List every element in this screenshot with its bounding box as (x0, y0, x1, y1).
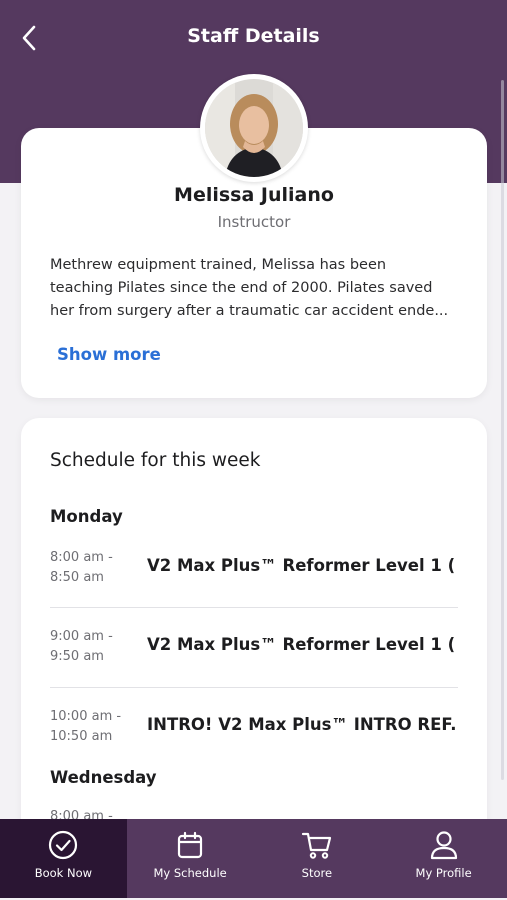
divider (50, 687, 458, 688)
class-name: V2 Max Plus™ Reformer Level 1 ( ... (147, 556, 457, 575)
check-circle-icon (49, 830, 78, 860)
class-name: INTRO! V2 Max Plus™ INTRO REF... (147, 715, 457, 734)
person-icon (430, 831, 457, 860)
divider (50, 607, 458, 608)
day-label-wednesday: Wednesday (50, 768, 157, 787)
class-time: 10:00 am - 10:50 am (50, 707, 140, 747)
class-end-time: 8:50 am (50, 570, 104, 585)
class-end-time: 9:50 am (50, 649, 104, 664)
schedule-title: Schedule for this week (50, 450, 261, 471)
show-more-link[interactable]: Show more (57, 345, 161, 364)
bio-line: teaching Pilates since the end of 2000. … (50, 280, 433, 296)
class-row[interactable]: 8:00 am - 8:50 am V2 Max Plus™ Reformer … (50, 548, 458, 626)
class-row[interactable]: 9:00 am - 9:50 am V2 Max Plus™ Reformer … (50, 627, 458, 705)
class-end-time: 10:50 am (50, 729, 113, 744)
staff-bio: Methrew equipment trained, Melissa has b… (50, 254, 460, 323)
cart-icon (301, 832, 331, 859)
tab-book-now[interactable]: Book Now (0, 819, 127, 900)
bio-line: Methrew equipment trained, Melissa has b… (50, 257, 387, 273)
bio-line: her from surgery after a traumatic car a… (50, 303, 449, 319)
class-time: 8:00 am - 8:50 am (50, 548, 140, 588)
class-start-time: 10:00 am - (50, 709, 122, 724)
tab-store[interactable]: Store (254, 819, 381, 900)
class-start-time: 9:00 am - (50, 629, 113, 644)
bottom-tab-bar: Book Now My Schedule Store My Profile (0, 819, 507, 900)
class-start-time: 8:00 am - (50, 550, 113, 565)
day-label-monday: Monday (50, 507, 123, 526)
tab-label: My Schedule (153, 866, 227, 880)
class-name: V2 Max Plus™ Reformer Level 1 ( ... (147, 635, 457, 654)
class-time: 9:00 am - 9:50 am (50, 627, 140, 667)
staff-role: Instructor (217, 213, 291, 231)
staff-photo (205, 79, 303, 177)
page-title: Staff Details (187, 25, 320, 47)
tab-my-schedule[interactable]: My Schedule (127, 819, 254, 900)
tab-label: Store (301, 866, 333, 880)
avatar (200, 74, 308, 182)
tab-label: Book Now (34, 866, 93, 880)
staff-name: Melissa Juliano (174, 184, 334, 206)
scrollbar[interactable] (501, 80, 504, 780)
calendar-icon (178, 831, 203, 859)
tab-label: My Profile (415, 866, 472, 880)
tab-my-profile[interactable]: My Profile (380, 819, 507, 900)
